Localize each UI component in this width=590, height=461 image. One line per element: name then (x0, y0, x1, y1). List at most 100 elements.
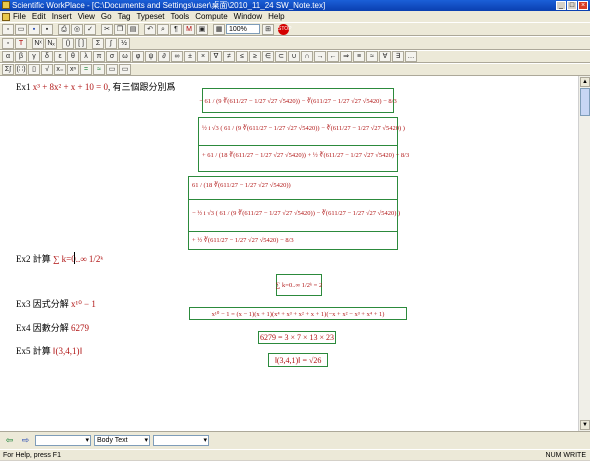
partial-icon[interactable]: ∂ (158, 51, 170, 62)
dots-icon[interactable]: … (405, 51, 417, 62)
solution-3-box[interactable]: 61 / (18 ∛(611/27 − 1/27 √27 √5420)) − ½… (188, 176, 400, 250)
superscript-icon[interactable]: Nˣ (32, 37, 44, 49)
menu-insert[interactable]: Insert (52, 12, 72, 21)
menu-tag[interactable]: Tag (118, 12, 131, 21)
section-tag-select[interactable]: Body Text (94, 435, 150, 446)
factor-icon[interactable]: ▭ (119, 64, 131, 75)
menu-edit[interactable]: Edit (32, 12, 46, 21)
simplify-icon[interactable]: ▭ (106, 64, 118, 75)
subset-icon[interactable]: ⊂ (275, 51, 287, 62)
element-icon[interactable]: ∈ (262, 51, 274, 62)
not-equal-icon[interactable]: ≠ (223, 51, 235, 62)
subscript-icon[interactable]: Nₓ (45, 37, 57, 49)
forall-icon[interactable]: ∀ (379, 51, 391, 62)
new-icon[interactable]: ▫ (2, 37, 14, 49)
arrow-left-icon[interactable]: ← (327, 51, 339, 62)
ex2-expression[interactable]: ∑ k=0..∞ 1/2ᵏ (53, 254, 103, 264)
ex5-expression[interactable]: ‖(3,4,1)‖ (53, 346, 82, 356)
preview-icon[interactable]: ◎ (71, 23, 83, 35)
print-icon[interactable]: ⎙ (58, 23, 70, 35)
ex4-result-box[interactable]: 6279 = 3 × 7 × 13 × 23 (258, 331, 336, 344)
arrow-right-icon[interactable]: → (314, 51, 326, 62)
intersection-icon[interactable]: ∩ (301, 51, 313, 62)
solution-2-box[interactable]: ½ i √3 ( 61 / (9 ∛(611/27 − 1/27 √27 √54… (198, 117, 409, 172)
math-mode-icon[interactable]: M (183, 23, 195, 35)
vertical-scrollbar[interactable]: ▲ ▼ (578, 76, 590, 431)
evaluate-numeric-icon[interactable]: ≈ (93, 64, 105, 75)
ex4-expression[interactable]: 6279 (71, 323, 89, 333)
union-icon[interactable]: ∪ (288, 51, 300, 62)
sum-icon[interactable]: Σ (92, 37, 104, 49)
equivalent-icon[interactable]: ≡ (353, 51, 365, 62)
text-tag-select[interactable] (153, 435, 209, 446)
zoom-select[interactable]: 100% (226, 24, 260, 34)
ex3-result-box[interactable]: x¹⁰ − 1 = (x − 1)(x + 1)(x⁴ + x³ + x² + … (189, 307, 407, 320)
radical-icon[interactable]: √ (41, 64, 53, 75)
cut-icon[interactable]: ✂ (101, 23, 113, 35)
phi-icon[interactable]: φ (132, 51, 144, 62)
back-arrow-icon[interactable]: ⇦ (3, 435, 16, 447)
close-button[interactable]: × (578, 1, 588, 10)
alpha-icon[interactable]: α (2, 51, 14, 62)
sigma-template-icon[interactable]: Σ∫ (2, 64, 14, 75)
lambda-icon[interactable]: λ (80, 51, 92, 62)
plus-minus-icon[interactable]: ± (184, 51, 196, 62)
ex1-equation[interactable]: x³ + 8x² + x + 10 = 0 (33, 82, 108, 92)
menu-window[interactable]: Window (234, 12, 262, 21)
forward-arrow-icon[interactable]: ⇨ (19, 435, 32, 447)
document-area[interactable]: Ex1 x³ + 8x² + x + 10 = 0, 有三個跟分別爲 − 61 … (0, 76, 578, 431)
table-icon[interactable]: ▦ (213, 23, 225, 35)
sigma-icon[interactable]: σ (106, 51, 118, 62)
menu-view[interactable]: View (78, 12, 95, 21)
search-icon[interactable]: ⌕ (157, 23, 169, 35)
omega-icon[interactable]: ω (119, 51, 131, 62)
brackets-icon[interactable]: () (62, 37, 74, 49)
delta-icon[interactable]: δ (41, 51, 53, 62)
document-icon[interactable] (2, 12, 10, 21)
exists-icon[interactable]: ∃ (392, 51, 404, 62)
save-all-icon[interactable]: ▪ (41, 23, 53, 35)
scroll-down-icon[interactable]: ▼ (580, 420, 590, 430)
infinity-icon[interactable]: ∞ (171, 51, 183, 62)
item-tag-select[interactable] (35, 435, 91, 446)
matrix-icon[interactable]: [ ] (75, 37, 87, 49)
approx-icon[interactable]: ≈ (366, 51, 378, 62)
spell-check-icon[interactable]: ✓ (84, 23, 96, 35)
ex3-expression[interactable]: x¹⁰ − 1 (71, 299, 96, 309)
paste-icon[interactable]: ▤ (127, 23, 139, 35)
new-file-icon[interactable]: ▫ (2, 23, 14, 35)
menu-tools[interactable]: Tools (171, 12, 190, 21)
times-icon[interactable]: × (197, 51, 209, 62)
fraction-icon[interactable]: ½ (118, 37, 130, 49)
menu-compute[interactable]: Compute (195, 12, 227, 21)
pi-icon[interactable]: π (93, 51, 105, 62)
maximize-button[interactable]: □ (567, 1, 577, 10)
text-mode-icon[interactable]: T (15, 37, 27, 49)
theta-icon[interactable]: θ (67, 51, 79, 62)
image-icon[interactable]: ▣ (196, 23, 208, 35)
epsilon-icon[interactable]: ε (54, 51, 66, 62)
copy-icon[interactable]: ❐ (114, 23, 126, 35)
save-icon[interactable]: ▪ (28, 23, 40, 35)
stop-icon[interactable]: STOP (278, 23, 292, 35)
superscript-template-icon[interactable]: xⁿ (67, 64, 79, 75)
integral-icon[interactable]: ∫ (105, 37, 117, 49)
gamma-icon[interactable]: γ (28, 51, 40, 62)
menu-help[interactable]: Help (268, 12, 284, 21)
paragraph-icon[interactable]: ¶ (170, 23, 182, 35)
arrow-double-icon[interactable]: ⇒ (340, 51, 352, 62)
ex5-result-box[interactable]: ‖(3,4,1)‖ = √26 (268, 353, 328, 367)
zoom-icon[interactable]: ⊞ (262, 23, 274, 35)
fraction-template-icon[interactable]: ▯ (28, 64, 40, 75)
ex2-result-box[interactable]: ∑ k=0..∞ 1/2ᵏ = 2 (276, 274, 322, 296)
menu-file[interactable]: File (13, 12, 26, 21)
bracket-template-icon[interactable]: (∷) (15, 64, 27, 75)
solution-1-box[interactable]: − 61 / (9 ∛(611/27 − 1/27 √27 √5420)) − … (199, 88, 397, 113)
psi-icon[interactable]: ψ (145, 51, 157, 62)
nabla-icon[interactable]: ∇ (210, 51, 222, 62)
evaluate-icon[interactable]: = (80, 64, 92, 75)
less-equal-icon[interactable]: ≤ (236, 51, 248, 62)
scroll-up-icon[interactable]: ▲ (580, 77, 590, 87)
minimize-button[interactable]: _ (556, 1, 566, 10)
menu-typeset[interactable]: Typeset (136, 12, 164, 21)
